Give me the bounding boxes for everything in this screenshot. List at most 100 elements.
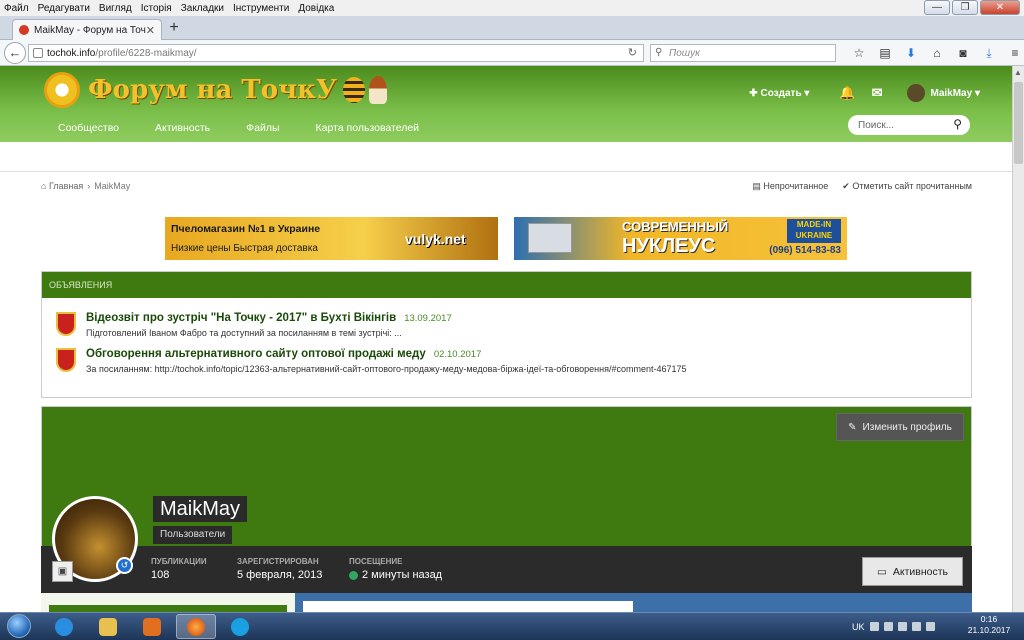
mark-read-link[interactable]: ✔ Отметить сайт прочитанным [842,181,972,192]
edit-profile-label: Изменить профиль [862,421,952,433]
browser-search-input[interactable]: ⚲ Пошук [650,44,836,62]
change-photo-icon[interactable]: ▣ [52,561,73,582]
menu-help[interactable]: Довідка [298,3,334,14]
page-scrollbar[interactable]: ▲ [1012,66,1024,612]
windows-logo-icon [7,614,31,638]
announcement-title[interactable]: Обговорення альтернативного сайту оптово… [86,348,426,360]
banner-nucleus[interactable]: СОВРЕМЕННЫЙ НУКЛЕУС MADE-IN UKRAINE (096… [514,217,847,260]
menu-edit[interactable]: Редагувати [38,3,90,14]
profile-name: MaikMay [153,496,248,522]
site-logo[interactable]: Форум на ТочкУ [44,72,387,108]
breadcrumb-home[interactable]: ⌂ Главная [41,181,83,191]
reload-icon[interactable]: ↻ [628,46,637,59]
language-indicator[interactable]: UK [852,622,865,632]
menu-tools[interactable]: Інструменти [233,3,289,14]
reading-list-icon[interactable]: ▤ [872,44,898,62]
url-bar[interactable]: tochok.info /profile/6228-maikmay/ ↻ [28,44,644,62]
volume-icon[interactable] [925,622,935,631]
edit-profile-button[interactable]: ✎ Изменить профиль [836,413,964,441]
menu-file[interactable]: Файл [4,3,29,14]
pocket-icon[interactable]: ◙ [950,44,976,62]
menu-history[interactable]: Історія [141,3,172,14]
tab-title: MaikMay - Форум на ТочкУ [34,24,146,36]
network-icon[interactable] [911,622,921,631]
flag-icon[interactable] [897,622,907,631]
announcement-item: Відеозвіт про зустріч "На Точку - 2017" … [56,312,452,338]
taskbar-ie[interactable] [44,614,84,639]
site-search-icon[interactable]: ⚲ [953,117,962,131]
logo-text: Форум на ТочкУ [88,75,337,105]
profile-content [295,593,972,612]
unread-label: Непрочитанное [763,181,829,191]
made-in-ukraine-badge: MADE-IN UKRAINE [787,219,841,243]
nav-user-map[interactable]: Карта пользователей [298,116,438,140]
site-favicon [19,25,29,35]
firefox-icon [187,617,205,636]
maximize-button[interactable]: ❐ [952,0,978,15]
menu-bookmarks[interactable]: Закладки [181,3,224,14]
stat-posts-value: 108 [151,569,170,581]
download-arrow-icon[interactable]: ⤓ [976,44,1002,62]
announcements-header: Объявления [42,272,971,298]
nav-activity[interactable]: Активность [137,116,228,140]
browser-tab[interactable]: MaikMay - Форум на ТочкУ ✕ [12,19,162,40]
menu-view[interactable]: Вигляд [99,3,132,14]
banner-vulyk-line2: Низкие цены Быстрая доставка [171,243,318,254]
messenger-badge-icon[interactable]: ↺ [116,557,133,574]
activity-button[interactable]: ▭ Активность [862,557,963,586]
create-button[interactable]: ✚ Создать ▾ [749,88,809,99]
stat-posts-label: Публикации [151,557,207,566]
scroll-up-icon[interactable]: ▲ [1014,68,1022,77]
announcement-snippet[interactable]: За посиланням: http://tochok.info/topic/… [86,364,687,374]
announcement-item: Обговорення альтернативного сайту оптово… [56,348,687,374]
hamburger-menu-icon[interactable]: ≡ [1002,44,1024,62]
profile-sidebar [41,593,295,612]
breadcrumb: ⌂ Главная › MaikMay [41,181,130,191]
start-button[interactable] [2,612,36,640]
close-tab-icon[interactable]: ✕ [146,24,155,37]
new-tab-button[interactable]: + [166,20,182,36]
announcement-title[interactable]: Відеозвіт про зустріч "На Точку - 2017" … [86,312,396,324]
banner-nucleus-line2: НУКЛЕУС [622,235,716,257]
banner-vulyk[interactable]: Пчеломагазин №1 в Украине Низкие цены Бы… [165,217,498,260]
site-search-placeholder: Поиск... [858,119,895,131]
nav-files[interactable]: Файлы [228,116,297,140]
taskbar-media[interactable] [132,614,172,639]
url-path: /profile/6228-maikmay/ [95,47,197,59]
online-status-dot [349,570,358,580]
tray-icon[interactable] [883,622,893,631]
user-bar: ✚ Создать ▾ 🔔 ✉ MaikMay ▾ [749,84,980,102]
notifications-bell-icon[interactable]: 🔔 [839,85,855,101]
search-icon: ⚲ [655,47,663,58]
site-search-input[interactable]: Поиск... ⚲ [848,115,970,135]
logo-bee-icon [343,77,365,103]
taskbar-skype[interactable] [220,614,260,639]
home-icon[interactable]: ⌂ [924,44,950,62]
download-icon[interactable]: ⬇ [898,44,924,62]
activity-label: Активность [892,565,949,578]
minimize-button[interactable]: — [924,0,950,15]
site-info-icon[interactable] [33,48,43,58]
breadcrumb-actions: ▤ Непрочитанное ✔ Отметить сайт прочитан… [752,181,972,192]
breadcrumb-home-label: Главная [48,181,84,191]
taskbar-firefox[interactable] [176,614,216,639]
user-avatar[interactable] [906,84,925,102]
pencil-icon: ✎ [848,421,857,433]
close-window-button[interactable]: ✕ [980,0,1020,15]
bookmark-star-icon[interactable]: ☆ [846,44,872,62]
nav-community[interactable]: Сообщество [40,116,137,140]
stat-registered: Зарегистрирован 5 февраля, 2013 [237,557,322,581]
clock-time: 0:16 [980,614,998,624]
taskbar-explorer[interactable] [88,614,128,639]
user-menu[interactable]: MaikMay ▾ [931,88,981,99]
tray-icon[interactable] [869,622,879,631]
unread-link[interactable]: ▤ Непрочитанное [752,181,828,192]
scroll-thumb[interactable] [1014,82,1023,164]
banner-nucleus-line1: СОВРЕМЕННЫЙ [622,219,729,234]
messages-mail-icon[interactable]: ✉ [872,85,883,101]
stat-registered-label: Зарегистрирован [237,557,319,566]
system-clock[interactable]: 0:16 21.10.2017 [962,614,1016,636]
back-button[interactable]: ← [4,42,26,64]
browser-search-placeholder: Пошук [669,47,700,59]
internet-explorer-icon [55,617,73,636]
